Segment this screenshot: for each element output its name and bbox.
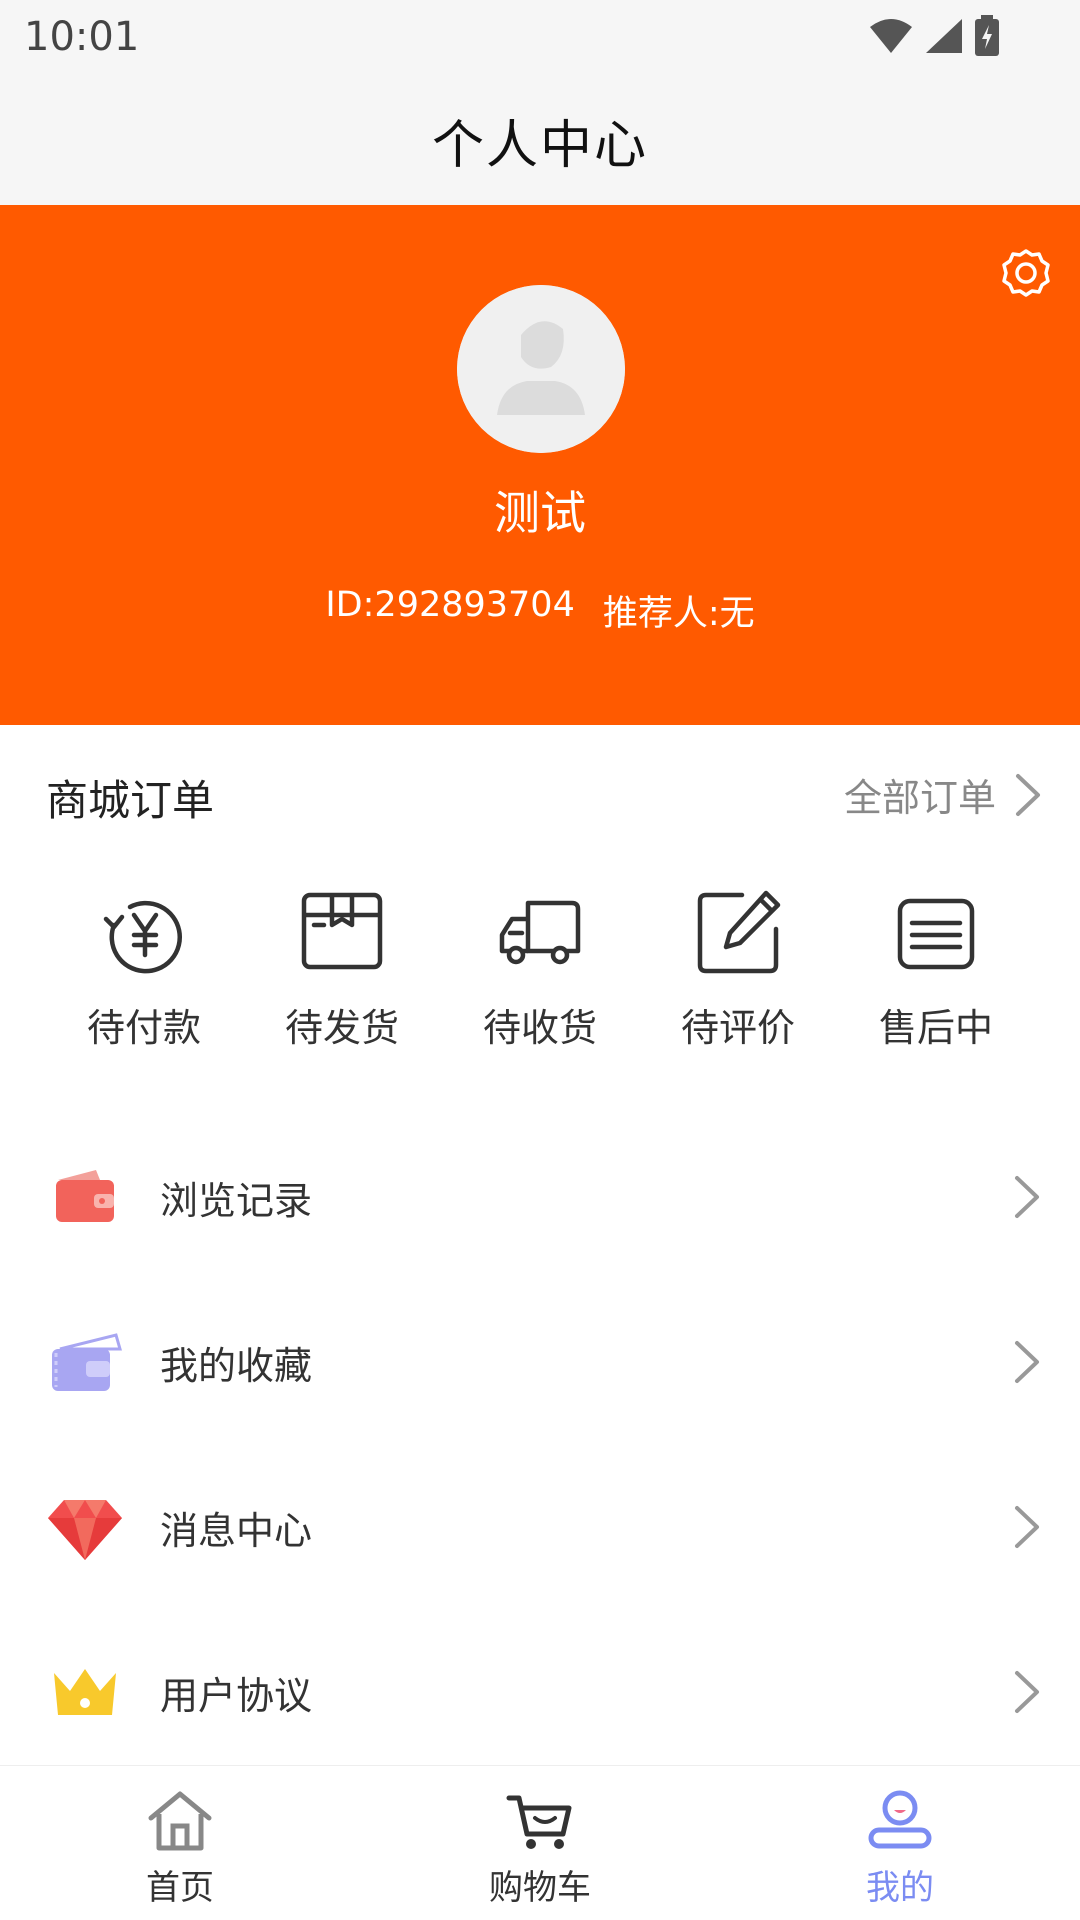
profile-icon — [868, 1790, 932, 1849]
orders-title: 商城订单 — [46, 776, 215, 825]
menu-item-agreement[interactable]: 用户协议 — [0, 1607, 1080, 1772]
tab-label: 我的 — [866, 1868, 934, 1908]
order-pending-review[interactable]: 待评价 — [639, 885, 837, 1055]
wallet-red-icon — [56, 1170, 114, 1222]
bottom-tab-bar: 首页 购物车 我的 — [0, 1765, 1080, 1920]
yen-icon — [103, 900, 182, 974]
title-bar: 个人中心 — [0, 75, 1080, 205]
chevron-right-icon — [1015, 1506, 1039, 1548]
referrer: 推荐人:无 — [602, 594, 755, 634]
chevron-right-icon — [1016, 773, 1040, 816]
order-pending-receipt[interactable]: 待收货 — [441, 885, 639, 1055]
order-pending-payment[interactable]: 待付款 — [45, 885, 243, 1055]
user-meta: ID:292893704 推荐人:无 — [0, 585, 1080, 636]
order-status-row: 待付款 待发货 待收货 待评价 售后中 — [45, 885, 1035, 1055]
orders-section-header: 商城订单 全部订单 — [0, 725, 1080, 860]
status-icons — [868, 15, 1000, 56]
order-pending-shipment[interactable]: 待发货 — [243, 885, 441, 1055]
status-time: 10:01 — [24, 14, 140, 60]
truck-icon — [499, 900, 581, 965]
edit-icon — [697, 890, 781, 974]
menu-label: 用户协议 — [160, 1674, 313, 1718]
order-after-sales[interactable]: 售后中 — [837, 885, 1035, 1055]
order-label: 售后中 — [878, 1006, 993, 1050]
user-placeholder-icon — [457, 285, 625, 453]
user-id: ID:292893704 — [325, 585, 575, 625]
cart-icon — [506, 1795, 572, 1849]
battery-icon — [975, 15, 999, 56]
page-title: 个人中心 — [431, 115, 648, 176]
menu-item-history[interactable]: 浏览记录 — [0, 1112, 1080, 1277]
all-orders-label: 全部订单 — [843, 776, 996, 820]
all-orders-link[interactable]: 全部订单 — [844, 767, 1042, 822]
tab-profile[interactable]: 我的 — [720, 1766, 1080, 1920]
chevron-right-icon — [1015, 1671, 1039, 1713]
menu-label: 消息中心 — [160, 1509, 313, 1553]
avatar[interactable] — [457, 285, 625, 453]
tab-home[interactable]: 首页 — [0, 1766, 360, 1920]
order-label: 待发货 — [284, 1006, 399, 1050]
order-label: 待收货 — [482, 1006, 597, 1050]
tab-label: 首页 — [146, 1868, 214, 1908]
menu-label: 我的收藏 — [160, 1344, 313, 1388]
chevron-right-icon — [1015, 1341, 1039, 1383]
list-card-icon — [897, 898, 975, 970]
menu-item-favorites[interactable]: 我的收藏 — [0, 1277, 1080, 1442]
wallet-purple-icon — [52, 1333, 122, 1391]
settings-icon[interactable] — [998, 245, 1054, 301]
order-label: 待评价 — [680, 1006, 795, 1050]
tab-cart[interactable]: 购物车 — [360, 1766, 720, 1920]
tab-label: 购物车 — [489, 1868, 591, 1908]
order-label: 待付款 — [86, 1006, 201, 1050]
username: 测试 — [494, 486, 586, 540]
home-icon — [148, 1791, 212, 1851]
signal-icon — [926, 19, 962, 53]
menu-item-messages[interactable]: 消息中心 — [0, 1442, 1080, 1607]
menu-label: 浏览记录 — [160, 1179, 313, 1223]
status-bar: 10:01 — [0, 0, 1080, 75]
box-icon — [301, 892, 383, 970]
chevron-right-icon — [1015, 1176, 1039, 1218]
diamond-icon — [48, 1500, 122, 1560]
profile-banner: 测试 ID:292893704 推荐人:无 — [0, 205, 1080, 725]
crown-icon — [54, 1669, 116, 1715]
wifi-icon — [870, 19, 912, 53]
